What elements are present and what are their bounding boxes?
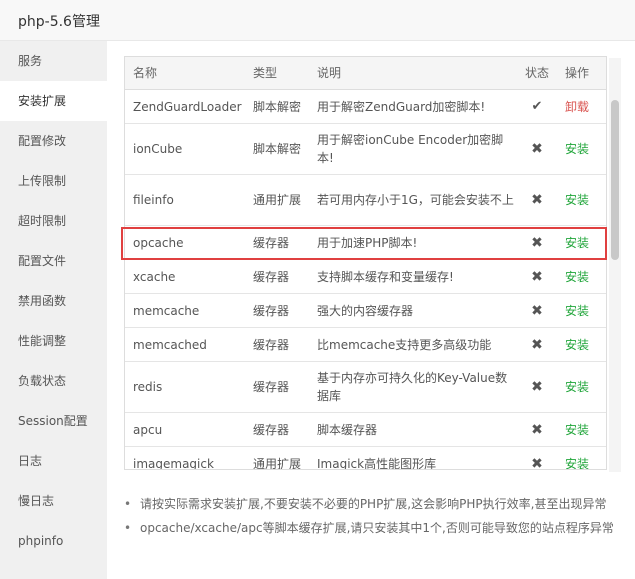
cell-type: 缓存器 bbox=[253, 235, 290, 250]
install-button[interactable]: 安装 bbox=[565, 413, 605, 446]
table-row: xcache 缓存器 支持脚本缓存和变量缓存! ✖ 安装 bbox=[125, 260, 606, 294]
table-row: ZendGuardLoader 脚本解密 用于解密ZendGuard加密脚本! … bbox=[125, 90, 606, 124]
cell-desc: 用于解密ionCube Encoder加密脚本! bbox=[317, 133, 504, 165]
header-op: 操作 bbox=[565, 66, 590, 80]
notes-list: 请按实际需求安装扩展,不要安装不必要的PHP扩展,这会影响PHP执行效率,甚至出… bbox=[122, 496, 622, 544]
sidebar-item-phpinfo[interactable]: phpinfo bbox=[0, 521, 107, 561]
sidebar-item-load-status[interactable]: 负载状态 bbox=[0, 361, 107, 401]
cell-type: 脚本解密 bbox=[253, 142, 302, 156]
title-bar: php-5.6管理 bbox=[0, 0, 635, 41]
table-row: ionCube 脚本解密 用于解密ionCube Encoder加密脚本! ✖ … bbox=[125, 124, 606, 175]
cell-type: 通用扩展 bbox=[253, 456, 302, 470]
sidebar-item-performance[interactable]: 性能调整 bbox=[0, 321, 107, 361]
cell-name: fileinfo bbox=[133, 193, 174, 207]
cell-type: 脚本解密 bbox=[253, 99, 302, 114]
install-button[interactable]: 安装 bbox=[565, 175, 605, 225]
cell-type: 通用扩展 bbox=[253, 193, 302, 207]
cell-type: 缓存器 bbox=[253, 422, 290, 437]
table-row: apcu 缓存器 脚本缓存器 ✖ 安装 bbox=[125, 413, 606, 447]
cell-name: xcache bbox=[133, 269, 176, 284]
cross-icon: ✖ bbox=[531, 455, 543, 470]
check-icon: ✔ bbox=[531, 98, 543, 114]
sidebar: 服务 安装扩展 配置修改 上传限制 超时限制 配置文件 禁用函数 性能调整 负载… bbox=[0, 41, 107, 579]
cell-type: 缓存器 bbox=[253, 303, 290, 318]
table-scrollbar[interactable] bbox=[609, 58, 621, 472]
cross-icon: ✖ bbox=[531, 268, 543, 285]
cell-desc: 若可用内存小于1G，可能会安装不上 bbox=[317, 193, 514, 207]
uninstall-button[interactable]: 卸载 bbox=[565, 90, 605, 123]
install-button[interactable]: 安装 bbox=[565, 294, 605, 327]
sidebar-item-config-modify[interactable]: 配置修改 bbox=[0, 121, 107, 161]
install-button[interactable]: 安装 bbox=[565, 124, 605, 174]
cell-desc: 强大的内容缓存器 bbox=[317, 303, 414, 318]
cell-desc: 脚本缓存器 bbox=[317, 422, 378, 437]
cross-icon: ✖ bbox=[531, 379, 543, 395]
cell-desc: 基于内存亦可持久化的Key-Value数据库 bbox=[317, 371, 508, 403]
cell-type: 缓存器 bbox=[253, 380, 290, 394]
sidebar-item-disabled-functions[interactable]: 禁用函数 bbox=[0, 281, 107, 321]
cross-icon: ✖ bbox=[531, 192, 543, 208]
sidebar-item-upload-limit[interactable]: 上传限制 bbox=[0, 161, 107, 201]
scrollbar-thumb[interactable] bbox=[611, 100, 619, 260]
sidebar-item-log[interactable]: 日志 bbox=[0, 441, 107, 481]
install-button[interactable]: 安装 bbox=[565, 328, 605, 361]
extension-table: 名称 类型 说明 状态 操作 ZendGuardLoader 脚本解密 用于解密… bbox=[124, 56, 607, 470]
table-row: imagemagick 通用扩展 Imagick高性能图形库 ✖ 安装 bbox=[125, 447, 606, 470]
cell-name: memcache bbox=[133, 303, 200, 318]
header-desc: 说明 bbox=[317, 66, 342, 80]
sidebar-item-session-config[interactable]: Session配置 bbox=[0, 401, 107, 441]
sidebar-item-install-extension[interactable]: 安装扩展 bbox=[0, 81, 107, 121]
window-title: php-5.6管理 bbox=[18, 14, 100, 30]
cell-desc: 用于加速PHP脚本! bbox=[317, 235, 418, 250]
sidebar-item-service[interactable]: 服务 bbox=[0, 41, 107, 81]
cell-name: ionCube bbox=[133, 142, 183, 156]
cell-desc: 比memcache支持更多高级功能 bbox=[317, 337, 492, 352]
cross-icon: ✖ bbox=[531, 421, 543, 438]
main-content: 名称 类型 说明 状态 操作 ZendGuardLoader 脚本解密 用于解密… bbox=[107, 41, 635, 579]
header-status: 状态 bbox=[525, 66, 550, 80]
cross-icon: ✖ bbox=[531, 336, 543, 353]
table-row: fileinfo 通用扩展 若可用内存小于1G，可能会安装不上 ✖ 安装 bbox=[125, 175, 606, 226]
table-header: 名称 类型 说明 状态 操作 bbox=[125, 57, 606, 90]
cell-desc: 用于解密ZendGuard加密脚本! bbox=[317, 99, 486, 114]
table-row: memcached 缓存器 比memcache支持更多高级功能 ✖ 安装 bbox=[125, 328, 606, 362]
install-button[interactable]: 安装 bbox=[565, 447, 605, 470]
cell-desc: Imagick高性能图形库 bbox=[317, 456, 437, 470]
sidebar-item-config-file[interactable]: 配置文件 bbox=[0, 241, 107, 281]
note-item: 请按实际需求安装扩展,不要安装不必要的PHP扩展,这会影响PHP执行效率,甚至出… bbox=[122, 496, 622, 520]
sidebar-item-slow-log[interactable]: 慢日志 bbox=[0, 481, 107, 521]
table-row: memcache 缓存器 强大的内容缓存器 ✖ 安装 bbox=[125, 294, 606, 328]
cell-name: imagemagick bbox=[133, 456, 214, 470]
cell-name: memcached bbox=[133, 337, 207, 352]
cross-icon: ✖ bbox=[531, 234, 543, 251]
header-name: 名称 bbox=[133, 66, 158, 80]
table-row: redis 缓存器 基于内存亦可持久化的Key-Value数据库 ✖ 安装 bbox=[125, 362, 606, 413]
cross-icon: ✖ bbox=[531, 141, 543, 157]
cell-name: redis bbox=[133, 380, 163, 394]
note-item: opcache/xcache/apc等脚本缓存扩展,请只安装其中1个,否则可能导… bbox=[122, 520, 622, 544]
table-row: opcache 缓存器 用于加速PHP脚本! ✖ 安装 bbox=[125, 226, 606, 260]
cell-name: apcu bbox=[133, 422, 163, 437]
cell-name: opcache bbox=[133, 235, 184, 250]
cell-desc: 支持脚本缓存和变量缓存! bbox=[317, 269, 454, 284]
install-button[interactable]: 安装 bbox=[565, 226, 605, 259]
cell-type: 缓存器 bbox=[253, 337, 290, 352]
install-button[interactable]: 安装 bbox=[565, 362, 605, 412]
cell-type: 缓存器 bbox=[253, 269, 290, 284]
cell-name: ZendGuardLoader bbox=[133, 99, 242, 114]
cross-icon: ✖ bbox=[531, 302, 543, 319]
sidebar-item-timeout-limit[interactable]: 超时限制 bbox=[0, 201, 107, 241]
install-button[interactable]: 安装 bbox=[565, 260, 605, 293]
header-type: 类型 bbox=[253, 66, 278, 80]
